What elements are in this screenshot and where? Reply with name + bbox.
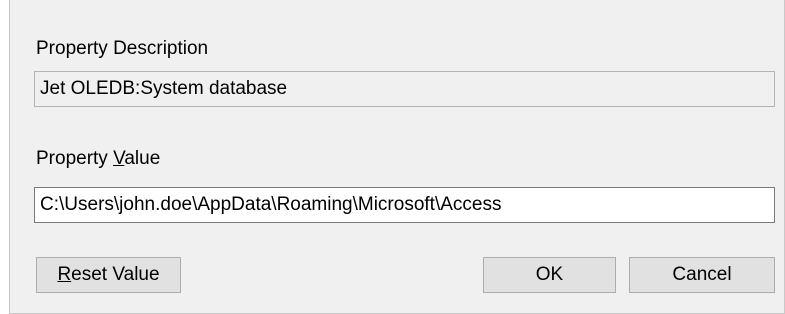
property-value-label-prefix: Property: [36, 148, 114, 169]
property-description-label: Property Description: [36, 38, 209, 59]
cancel-button[interactable]: Cancel: [629, 257, 775, 293]
property-value-label-suffix: alue: [124, 148, 161, 169]
property-value-label-mnemonic: V: [113, 148, 125, 169]
property-description-field: [34, 71, 775, 107]
property-dialog: Property Description Property Value Rese…: [9, 0, 785, 314]
reset-value-label: eset Value: [71, 264, 160, 285]
ok-button[interactable]: OK: [483, 257, 616, 293]
property-value-input[interactable]: [34, 187, 775, 223]
property-value-label: Property Value: [36, 148, 160, 170]
reset-value-mnemonic: R: [57, 264, 72, 285]
reset-value-button[interactable]: Reset Value: [36, 257, 181, 293]
